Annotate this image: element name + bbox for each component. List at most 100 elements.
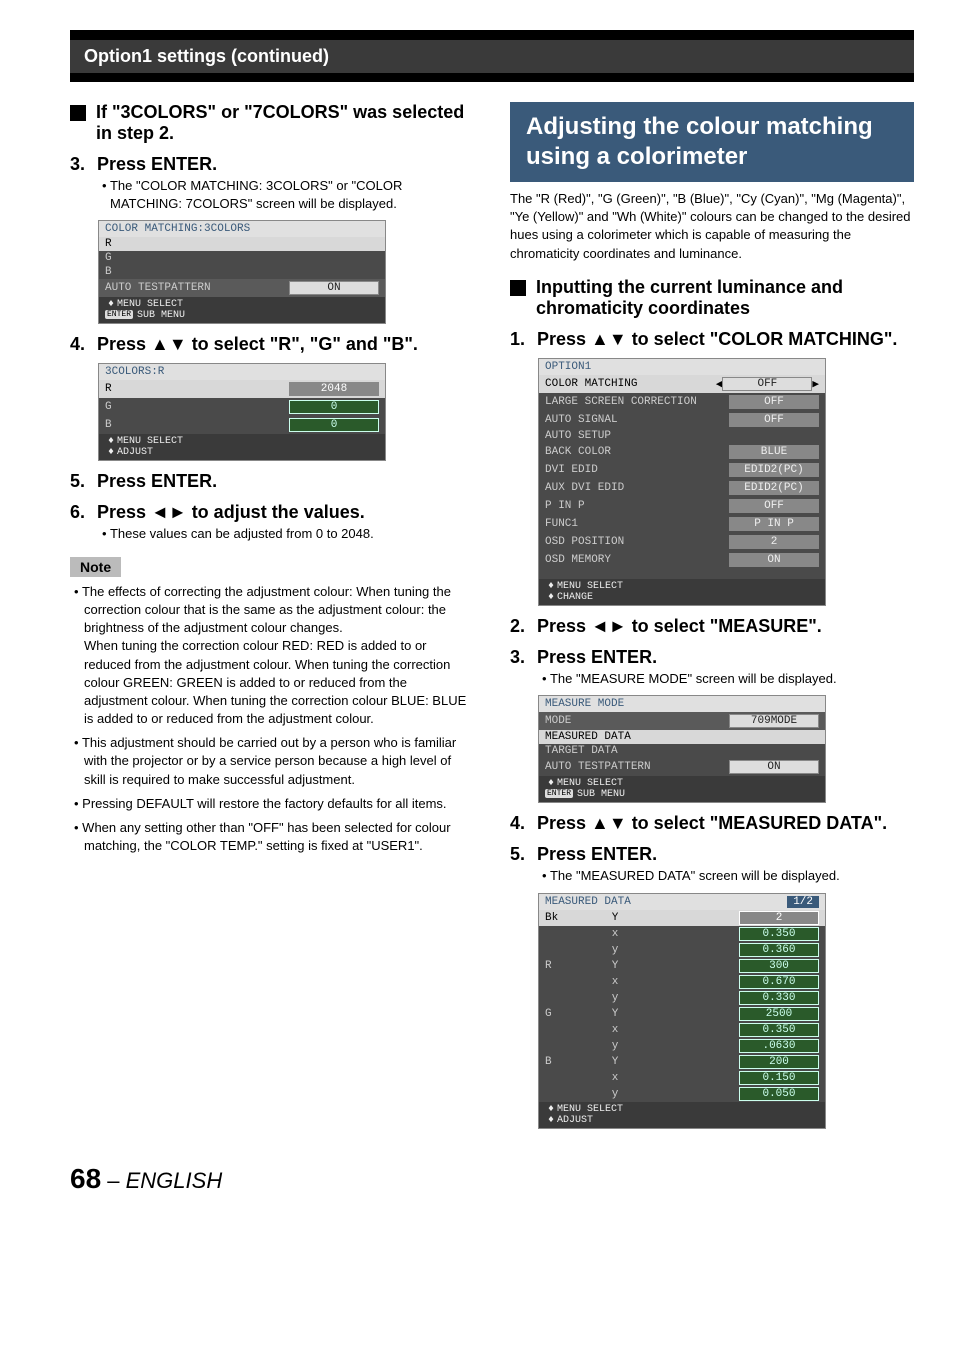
step-text: Press ENTER.: [537, 647, 657, 667]
menu-row[interactable]: OSD POSITION2: [539, 533, 825, 551]
row-label: AUTO TESTPATTERN: [545, 761, 729, 773]
menu-row[interactable]: MODE709MODE: [539, 712, 825, 730]
menu-row[interactable]: OSD MEMORYON: [539, 551, 825, 569]
updown-icon: ♦: [105, 299, 117, 310]
section-heading: If "3COLORS" or "7COLORS" was selected i…: [70, 102, 474, 144]
row-label: R: [105, 383, 289, 395]
leftright-icon: ♦: [545, 592, 557, 603]
row-value: ON: [289, 281, 379, 295]
menu-row[interactable]: MEASURED DATA: [539, 730, 825, 744]
menu-row-b[interactable]: B: [99, 265, 385, 279]
square-bullet-icon: [510, 280, 526, 296]
data-row[interactable]: x0.350: [539, 926, 825, 942]
axis-label: Y: [585, 960, 645, 972]
intro-text: The "R (Red)", "G (Green)", "B (Blue)", …: [510, 190, 914, 263]
menu-row[interactable]: DVI EDIDEDID2(PC): [539, 461, 825, 479]
row-value: EDID2(PC): [729, 481, 819, 495]
row-label: FUNC1: [545, 518, 729, 530]
row-label: TARGET DATA: [545, 745, 819, 757]
menu-row[interactable]: AUTO SIGNALOFF: [539, 411, 825, 429]
menu-row[interactable]: LARGE SCREEN CORRECTIONOFF: [539, 393, 825, 411]
data-row[interactable]: x0.150: [539, 1070, 825, 1086]
menu-row-g[interactable]: G0: [99, 398, 385, 416]
data-row[interactable]: y 0.360: [539, 942, 825, 958]
data-value: 0.350: [739, 1023, 819, 1037]
row-label: B: [105, 266, 379, 278]
row-value: 2048: [289, 382, 379, 396]
axis-label: y: [585, 1088, 645, 1100]
menu-row[interactable]: COLOR MATCHING◀OFF▶: [539, 375, 825, 393]
row-value: 2: [729, 535, 819, 549]
menu-footer: ♦MENU SELECT ♦ADJUST: [539, 1102, 825, 1128]
footer-text: ADJUST: [557, 1115, 593, 1126]
menu-row-b[interactable]: B0: [99, 416, 385, 434]
note-label: Note: [70, 557, 121, 577]
step-5-sub: The "MEASURED DATA" screen will be displ…: [510, 867, 914, 885]
3colors-r-menu: 3COLORS:R R2048 G0 B0 ♦MENU SELECT ♦ADJU…: [98, 363, 386, 461]
menu-row-r[interactable]: R2048: [99, 380, 385, 398]
row-label: LARGE SCREEN CORRECTION: [545, 396, 729, 408]
data-row[interactable]: y0.330: [539, 990, 825, 1006]
channel-label: B: [545, 1056, 585, 1068]
data-row[interactable]: GY2500: [539, 1006, 825, 1022]
menu-row-g[interactable]: G: [99, 251, 385, 265]
menu-row-r[interactable]: R: [99, 237, 385, 251]
menu-row[interactable]: AUTO SETUP: [539, 429, 825, 443]
right-arrow-icon: ▶: [812, 377, 819, 391]
data-value: 0.670: [739, 975, 819, 989]
data-row[interactable]: x0.350: [539, 1022, 825, 1038]
axis-label: Y: [585, 912, 645, 924]
row-label: G: [105, 401, 289, 413]
section-heading: Inputting the current luminance and chro…: [510, 277, 914, 319]
row-label: OSD POSITION: [545, 536, 729, 548]
data-row[interactable]: RY300: [539, 958, 825, 974]
row-label: AUTO SETUP: [545, 430, 819, 442]
step-3: 3. Press ENTER.: [510, 647, 914, 668]
heading-text: Inputting the current luminance and chro…: [536, 277, 914, 319]
data-row[interactable]: BY200: [539, 1054, 825, 1070]
row-label: COLOR MATCHING: [545, 378, 716, 390]
menu-row[interactable]: AUTO TESTPATTERNON: [539, 758, 825, 776]
axis-label: y: [585, 1040, 645, 1052]
menu-row[interactable]: AUX DVI EDIDEDID2(PC): [539, 479, 825, 497]
dash: –: [101, 1168, 125, 1193]
footer-text: CHANGE: [557, 592, 593, 603]
header-title: Option1 settings (continued): [70, 40, 914, 73]
row-value: 709MODE: [729, 714, 819, 728]
step-text: Press ▲▼ to select "MEASURED DATA".: [537, 813, 887, 833]
menu-row[interactable]: TARGET DATA: [539, 744, 825, 758]
row-label: AUX DVI EDID: [545, 482, 729, 494]
measured-data-menu: MEASURED DATA 1/2 BkY2x0.350y0.360RY300x…: [538, 893, 826, 1129]
row-label: AUTO SIGNAL: [545, 414, 729, 426]
data-value: 0.360: [739, 943, 819, 957]
step-3-sub: The "MEASURE MODE" screen will be displa…: [510, 670, 914, 688]
data-row[interactable]: BkY2: [539, 910, 825, 926]
menu-row-auto[interactable]: AUTO TESTPATTERN ON: [99, 279, 385, 297]
page-indicator: 1/2: [787, 896, 819, 908]
data-row[interactable]: y0.050: [539, 1086, 825, 1102]
page-footer: 68 – ENGLISH: [70, 1163, 914, 1195]
data-value: 200: [739, 1055, 819, 1069]
row-label: R: [105, 238, 379, 250]
menu-row[interactable]: P IN POFF: [539, 497, 825, 515]
menu-row[interactable]: BACK COLORBLUE: [539, 443, 825, 461]
left-arrow-icon: ◀: [716, 377, 723, 391]
step-text: Press ENTER.: [97, 154, 217, 174]
row-label: B: [105, 419, 289, 431]
step-6: 6. Press ◄► to adjust the values.: [70, 502, 474, 523]
step-text: Press ▲▼ to select "COLOR MATCHING".: [537, 329, 897, 349]
data-value: 0.150: [739, 1071, 819, 1085]
axis-label: y: [585, 944, 645, 956]
row-value: OFF: [722, 377, 812, 391]
data-value: 0.330: [739, 991, 819, 1005]
step-5: 5. Press ENTER.: [70, 471, 474, 492]
updown-icon: ♦: [545, 1104, 557, 1115]
menu-footer: ♦MENU SELECT ENTERSUB MENU: [99, 297, 385, 323]
language-label: ENGLISH: [126, 1168, 223, 1193]
menu-row[interactable]: FUNC1P IN P: [539, 515, 825, 533]
row-value: 0: [289, 418, 379, 432]
footer-text: SUB MENU: [577, 789, 625, 800]
data-row[interactable]: y.0630: [539, 1038, 825, 1054]
updown-icon: ♦: [545, 778, 557, 789]
data-row[interactable]: x0.670: [539, 974, 825, 990]
